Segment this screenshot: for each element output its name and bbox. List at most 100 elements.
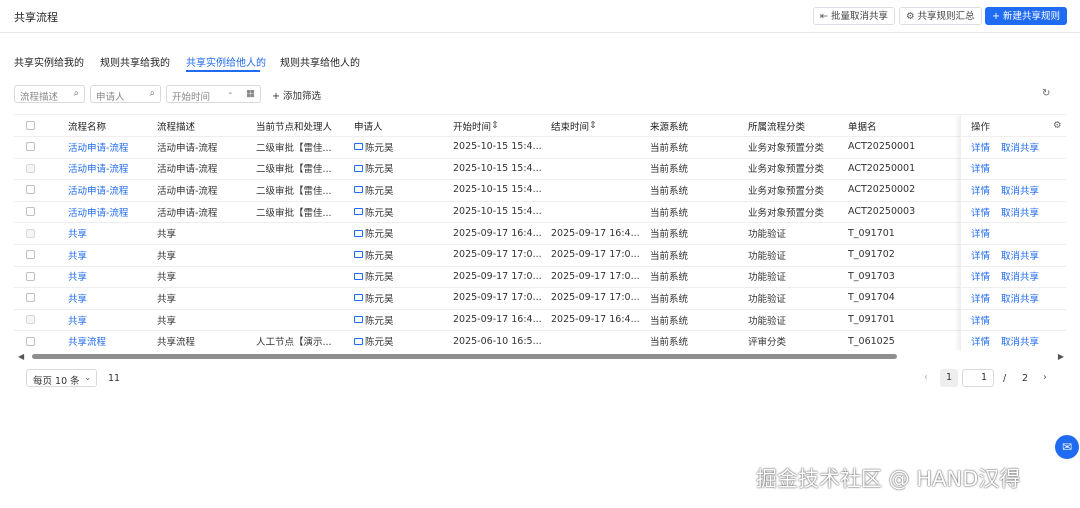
process-name-link-text: 活动申请-流程 — [68, 207, 129, 219]
sort-icon[interactable]: ⇕ — [589, 120, 597, 131]
process-name-link-text: 活动申请-流程 — [68, 142, 129, 154]
cancel-share-link[interactable]: 取消共享 — [1001, 201, 1039, 223]
checkbox-box[interactable] — [26, 142, 35, 152]
process-name-link-text: 活动申请-流程 — [68, 164, 129, 176]
table-row: 活动申请-流程 活动申请-流程 二级审批【雷佳... 陈元昊 2025-10-15 15… — [14, 179, 1066, 202]
row-checkbox[interactable] — [26, 136, 40, 158]
start-time-date-picker[interactable]: 开始时间 - ▦ — [166, 85, 261, 103]
table-row: 活动申请-流程 活动申请-流程 二级审批【雷佳... 陈元昊 2025-10-15 15… — [14, 201, 1066, 224]
row-checkbox[interactable] — [26, 179, 40, 201]
row-checkbox[interactable] — [26, 266, 40, 288]
doc-name-text: ACT20250002 — [848, 184, 916, 196]
checkbox-box[interactable] — [26, 271, 35, 281]
detail-link[interactable]: 详情 — [971, 179, 990, 201]
current-page-button[interactable]: 1 — [940, 369, 958, 387]
process-name-link[interactable]: 共享 — [68, 222, 156, 244]
checkbox-box[interactable] — [26, 293, 35, 303]
col-header-start-time[interactable]: 开始时间 ⇕ — [453, 115, 549, 136]
cancel-share-link[interactable]: 取消共享 — [1001, 266, 1039, 288]
sort-icon[interactable]: ⇕ — [491, 120, 499, 131]
process-desc-text: 共享 — [157, 272, 177, 284]
process-name-link[interactable]: 共享 — [68, 266, 156, 288]
person-icon — [354, 143, 363, 151]
process-name-link[interactable]: 活动申请-流程 — [68, 158, 156, 180]
row-checkbox[interactable] — [26, 201, 40, 223]
process-name-link[interactable]: 活动申请-流程 — [68, 136, 156, 158]
category-text: 业务对象预置分类 — [748, 142, 825, 154]
doc-name: ACT20250001 — [848, 158, 958, 180]
add-filter-button[interactable]: + 添加筛选 — [272, 88, 321, 102]
person-icon — [354, 316, 363, 324]
process-desc-text: 共享 — [157, 250, 177, 262]
detail-link[interactable]: 详情 — [971, 222, 990, 244]
next-page-button[interactable]: › — [1043, 372, 1047, 383]
detail-link[interactable]: 详情 — [971, 330, 990, 351]
process-name-link[interactable]: 活动申请-流程 — [68, 201, 156, 223]
checkbox-box[interactable] — [26, 336, 35, 346]
page-jump-input[interactable]: 1 — [962, 369, 994, 387]
row-checkbox[interactable] — [26, 287, 40, 309]
tab-rules-shared-to-me[interactable]: 规则共享给我的 — [100, 54, 170, 69]
row-checkbox[interactable] — [26, 244, 40, 266]
process-name-link[interactable]: 活动申请-流程 — [68, 179, 156, 201]
end-time: 2025-09-17 17:0... — [551, 266, 647, 288]
detail-link[interactable]: 详情 — [971, 266, 990, 288]
start-time: 2025-10-15 15:4... — [453, 158, 549, 180]
process-name-link-text: 共享 — [68, 272, 88, 284]
new-share-rule-button[interactable]: + 新建共享规则 — [985, 7, 1067, 25]
share-rule-summary-button[interactable]: ⚙ 共享规则汇总 — [899, 7, 982, 25]
process-name-link[interactable]: 共享 — [68, 244, 156, 266]
detail-link[interactable]: 详情 — [971, 136, 990, 158]
current-node — [256, 266, 352, 288]
refresh-icon[interactable]: ↻ — [1042, 88, 1050, 99]
process-desc-search-input[interactable]: 流程描述 ⌕ — [14, 85, 85, 103]
total-count: 11 — [108, 373, 121, 384]
batch-cancel-share-button[interactable]: ⇤ 批量取消共享 — [813, 7, 895, 25]
prev-page-button[interactable]: ‹ — [924, 372, 928, 383]
scroll-right-icon[interactable]: ▶ — [1058, 352, 1064, 361]
current-node — [256, 287, 352, 309]
scroll-left-icon[interactable]: ◀ — [18, 352, 24, 361]
checkbox-box[interactable] — [26, 185, 35, 195]
current-node: 二级审批【雷佳... — [256, 179, 352, 201]
checkbox-box[interactable] — [26, 250, 35, 260]
process-name-link[interactable]: 共享 — [68, 287, 156, 309]
process-name-link[interactable]: 共享 — [68, 309, 156, 331]
tab-shared-instances-to-others[interactable]: 共享实例给他人的 — [186, 54, 266, 69]
cancel-share-link[interactable]: 取消共享 — [1001, 179, 1039, 201]
col-header-end-time[interactable]: 结束时间 ⇕ — [551, 115, 647, 136]
checkbox-box[interactable] — [26, 207, 35, 217]
applicant-text: 陈元昊 — [365, 293, 394, 305]
doc-name-text: T_091701 — [848, 314, 895, 326]
horizontal-scrollbar[interactable]: ◀ ▶ — [14, 352, 1066, 361]
gear-icon[interactable]: ⚙ — [1053, 115, 1062, 136]
scrollbar-thumb[interactable] — [32, 354, 897, 359]
select-all-checkbox[interactable] — [26, 115, 40, 136]
detail-link[interactable]: 详情 — [971, 244, 990, 266]
detail-link[interactable]: 详情 — [971, 158, 990, 180]
page-size-select[interactable]: 每页 10 条 ⌄ — [26, 369, 97, 387]
op-row: 详情 取消共享 — [961, 179, 1066, 202]
table-row: 共享 共享 陈元昊 2025-09-17 16:4... 2025-09-17 16:4… — [14, 222, 1066, 245]
cancel-share-link[interactable]: 取消共享 — [1001, 287, 1039, 309]
detail-link[interactable]: 详情 — [971, 201, 990, 223]
cancel-share-link[interactable]: 取消共享 — [1001, 136, 1039, 158]
end-time-text: 2025-09-17 17:0... — [551, 270, 640, 282]
gear-icon: ⚙ — [906, 11, 915, 22]
page-header: 共享流程 ⇤ 批量取消共享 ⚙ 共享规则汇总 + 新建共享规则 — [0, 0, 1080, 33]
detail-link[interactable]: 详情 — [971, 287, 990, 309]
applicant: 陈元昊 — [354, 287, 450, 309]
process-name-link[interactable]: 共享流程 — [68, 330, 156, 351]
row-checkbox[interactable] — [26, 330, 40, 351]
chat-icon[interactable]: ✉ — [1055, 435, 1079, 459]
cancel-share-link[interactable]: 取消共享 — [1001, 244, 1039, 266]
applicant-search-input[interactable]: 申请人 ⌕ — [90, 85, 161, 103]
checkbox-box[interactable] — [26, 121, 35, 130]
detail-link[interactable]: 详情 — [971, 309, 990, 331]
cancel-share-link[interactable]: 取消共享 — [1001, 330, 1039, 351]
category-text: 功能验证 — [748, 250, 787, 262]
start-time: 2025-09-17 16:4... — [453, 222, 549, 244]
tab-rules-shared-to-others[interactable]: 规则共享给他人的 — [280, 54, 360, 69]
tab-shared-instances-to-me[interactable]: 共享实例给我的 — [14, 54, 84, 69]
op-row: 详情 — [961, 222, 1066, 245]
